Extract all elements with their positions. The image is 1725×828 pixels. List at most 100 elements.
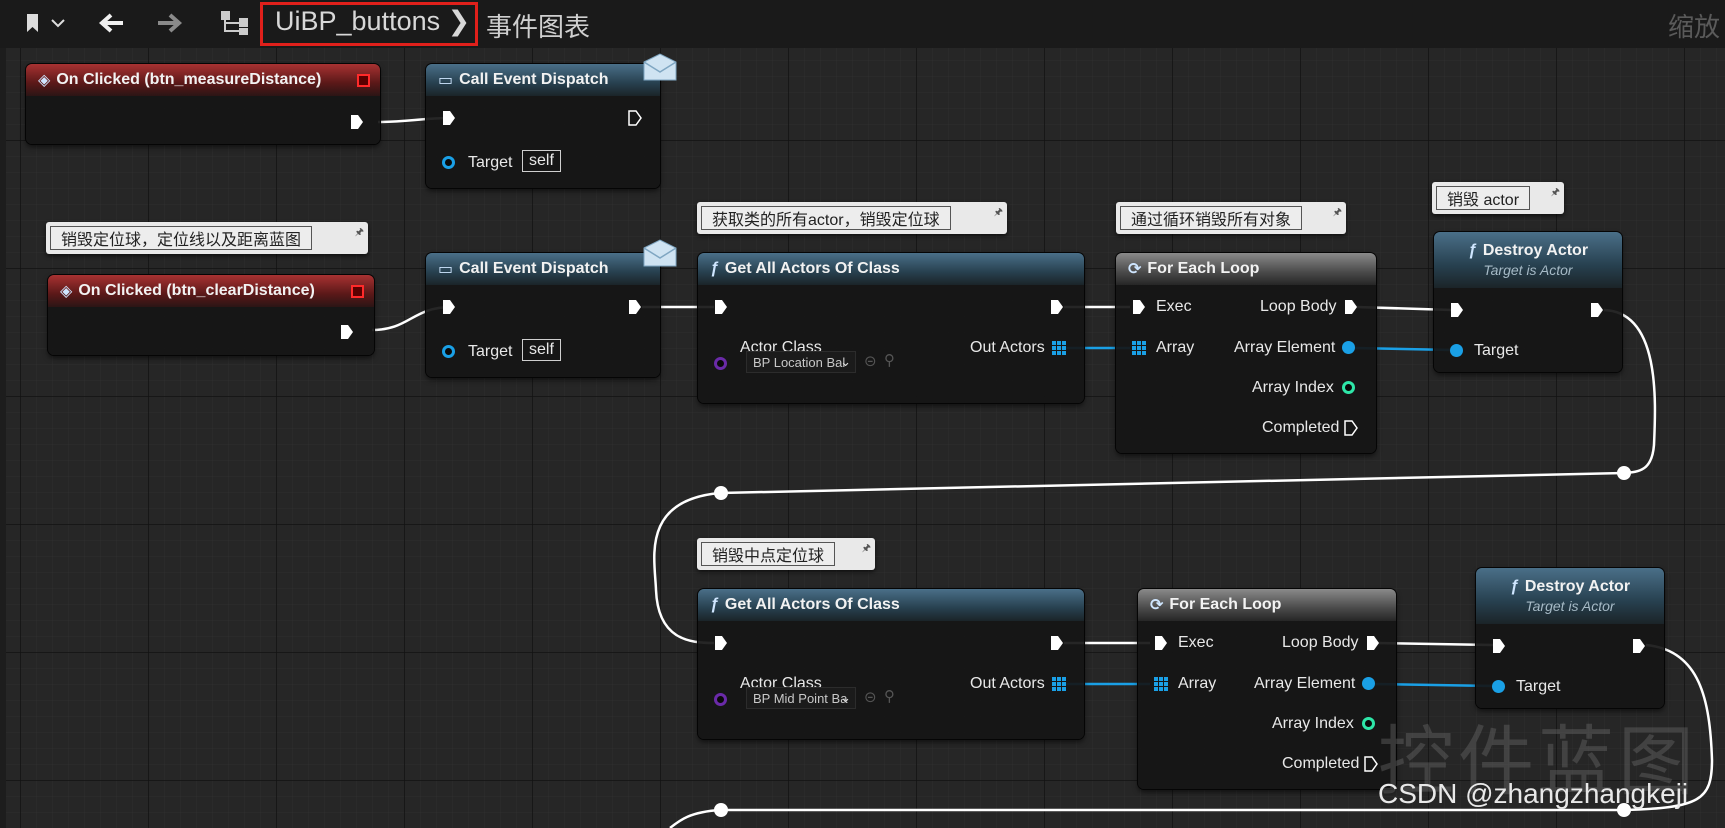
pin-label: Array — [1156, 339, 1195, 356]
arrow-right-icon[interactable] — [152, 8, 186, 38]
node-title: On Clicked (btn_measureDistance) — [56, 71, 322, 88]
destroy-actor-node[interactable]: ƒ Destroy Actor Target is Actor Target — [1476, 568, 1664, 708]
browse-arrow-icon[interactable]: ⊝ — [864, 688, 877, 706]
self-value-box[interactable]: self — [522, 150, 561, 172]
pin-label: Loop Body — [1260, 298, 1337, 315]
get-all-actors-of-class-node[interactable]: ƒ Get All Actors Of Class Actor Class BP … — [698, 253, 1084, 403]
call-event-dispatch-node[interactable]: ▭ Call Event Dispatch Target self — [426, 253, 660, 377]
exec-in-pin[interactable] — [442, 110, 456, 126]
delegate-pin-icon[interactable] — [351, 285, 364, 298]
pin-label: Array Index — [1252, 379, 1334, 396]
target-pin[interactable] — [442, 156, 455, 169]
pin-label: Target — [1474, 342, 1519, 359]
pin-label: Loop Body — [1282, 634, 1359, 651]
pin-label: Array — [1178, 675, 1217, 692]
pin-label: Completed — [1282, 755, 1360, 772]
exec-in-pin[interactable] — [442, 299, 456, 315]
watermark-credit: CSDN @zhangzhangkeji — [1378, 778, 1689, 809]
browse-arrow-icon[interactable]: ⊝ — [864, 352, 877, 370]
exec-out-pin[interactable] — [1050, 299, 1064, 315]
comment-bubble[interactable]: 获取类的所有actor，销毁定位球 🖈 — [697, 202, 1007, 234]
node-title: For Each Loop — [1169, 596, 1282, 613]
function-icon: ƒ — [710, 260, 719, 277]
comment-bubble[interactable]: 通过循环销毁所有对象 🖈 — [1116, 202, 1346, 234]
comment-text: 销毁定位球，定位线以及距离蓝图 — [50, 226, 313, 250]
for-each-loop-node[interactable]: ⟳ For Each Loop Exec Loop Body Array Arra… — [1116, 253, 1376, 453]
pin-icon[interactable]: 🖈 — [1333, 205, 1342, 222]
exec-in-pin[interactable] — [1154, 635, 1168, 651]
get-all-actors-of-class-node[interactable]: ƒ Get All Actors Of Class Actor Class BP … — [698, 589, 1084, 739]
exec-in-pin[interactable] — [714, 635, 728, 651]
exec-out-pin[interactable] — [628, 299, 642, 315]
node-title: For Each Loop — [1147, 260, 1260, 277]
reroute-node[interactable] — [714, 486, 728, 500]
exec-in-pin[interactable] — [1450, 302, 1464, 318]
zoom-label: 缩放 — [1668, 12, 1721, 42]
node-subtitle: Target is Actor — [1483, 262, 1573, 278]
destroy-actor-node[interactable]: ƒ Destroy Actor Target is Actor Target — [1434, 232, 1622, 372]
exec-out-pin[interactable] — [340, 324, 354, 340]
breadcrumb-graph[interactable]: 事件图表 — [486, 7, 590, 44]
exec-out-pin[interactable] — [1632, 638, 1646, 654]
array-pin[interactable] — [1154, 677, 1168, 691]
comment-text: 销毁 actor — [1436, 186, 1531, 210]
search-icon[interactable]: ⚲ — [884, 687, 895, 705]
function-icon: ƒ — [1467, 242, 1477, 259]
event-node-on-clicked-clear[interactable]: ◈ On Clicked (btn_clearDistance) — [48, 275, 374, 355]
comment-bubble[interactable]: 销毁 actor 🖈 — [1432, 182, 1564, 214]
pin-icon[interactable]: 🖈 — [355, 225, 364, 242]
function-window-icon: ▭ — [438, 261, 454, 278]
class-dropdown[interactable]: BP Location Bal ⌄ — [746, 351, 856, 373]
exec-out-pin[interactable] — [350, 114, 364, 130]
class-dropdown[interactable]: BP Mid Point Ba ⌄ — [746, 687, 856, 709]
exec-out-pin[interactable] — [1344, 420, 1358, 436]
class-pin[interactable] — [714, 357, 727, 370]
function-icon: ƒ — [1509, 578, 1519, 595]
target-pin[interactable] — [442, 345, 455, 358]
envelope-icon — [643, 53, 677, 81]
array-element-pin[interactable] — [1342, 341, 1355, 354]
pin-label: Completed — [1262, 419, 1340, 436]
class-pin[interactable] — [714, 693, 727, 706]
exec-out-pin[interactable] — [628, 110, 642, 126]
node-title: Destroy Actor — [1482, 242, 1589, 259]
for-each-loop-node[interactable]: ⟳ For Each Loop Exec Loop Body Array Arra… — [1138, 589, 1396, 789]
array-pin[interactable] — [1132, 341, 1146, 355]
search-icon[interactable]: ⚲ — [884, 351, 895, 369]
array-element-pin[interactable] — [1362, 677, 1375, 690]
array-index-pin[interactable] — [1362, 717, 1375, 730]
pin-label: Array Element — [1234, 339, 1336, 356]
pin-icon[interactable]: 🖈 — [994, 205, 1003, 222]
chevron-down-icon: ⌄ — [840, 354, 851, 369]
pin-icon[interactable]: 🖈 — [862, 541, 871, 558]
array-pin[interactable] — [1052, 341, 1066, 355]
array-index-pin[interactable] — [1342, 381, 1355, 394]
exec-out-pin[interactable] — [1590, 302, 1604, 318]
call-event-dispatch-node[interactable]: ▭ Call Event Dispatch Target self — [426, 64, 660, 188]
pin-label: Out Actors — [970, 339, 1045, 356]
exec-in-pin[interactable] — [1132, 299, 1146, 315]
exec-out-pin[interactable] — [1366, 635, 1380, 651]
pin-label: Exec — [1156, 298, 1192, 315]
pin-icon[interactable]: 🖈 — [1551, 185, 1560, 202]
exec-out-pin[interactable] — [1364, 756, 1378, 772]
reroute-node[interactable] — [714, 803, 728, 817]
bookmark-icon[interactable] — [18, 8, 68, 38]
exec-out-pin[interactable] — [1344, 299, 1358, 315]
event-node-on-clicked-measure[interactable]: ◈ On Clicked (btn_measureDistance) — [26, 64, 380, 144]
exec-in-pin[interactable] — [714, 299, 728, 315]
function-window-icon: ▭ — [438, 72, 454, 89]
target-pin[interactable] — [1492, 680, 1505, 693]
comment-bubble[interactable]: 销毁中点定位球 🖈 — [697, 538, 875, 570]
array-pin[interactable] — [1052, 677, 1066, 691]
exec-out-pin[interactable] — [1050, 635, 1064, 651]
arrow-left-icon[interactable] — [95, 8, 129, 38]
comment-bubble[interactable]: 销毁定位球，定位线以及距离蓝图 🖈 — [46, 222, 368, 254]
exec-in-pin[interactable] — [1492, 638, 1506, 654]
breadcrumb-blueprint[interactable]: UiBP_buttons ❯ — [275, 6, 470, 37]
delegate-pin-icon[interactable] — [357, 74, 370, 87]
reroute-node[interactable] — [1617, 466, 1631, 480]
pin-label: Exec — [1178, 634, 1214, 651]
self-value-box[interactable]: self — [522, 339, 561, 361]
target-pin[interactable] — [1450, 344, 1463, 357]
